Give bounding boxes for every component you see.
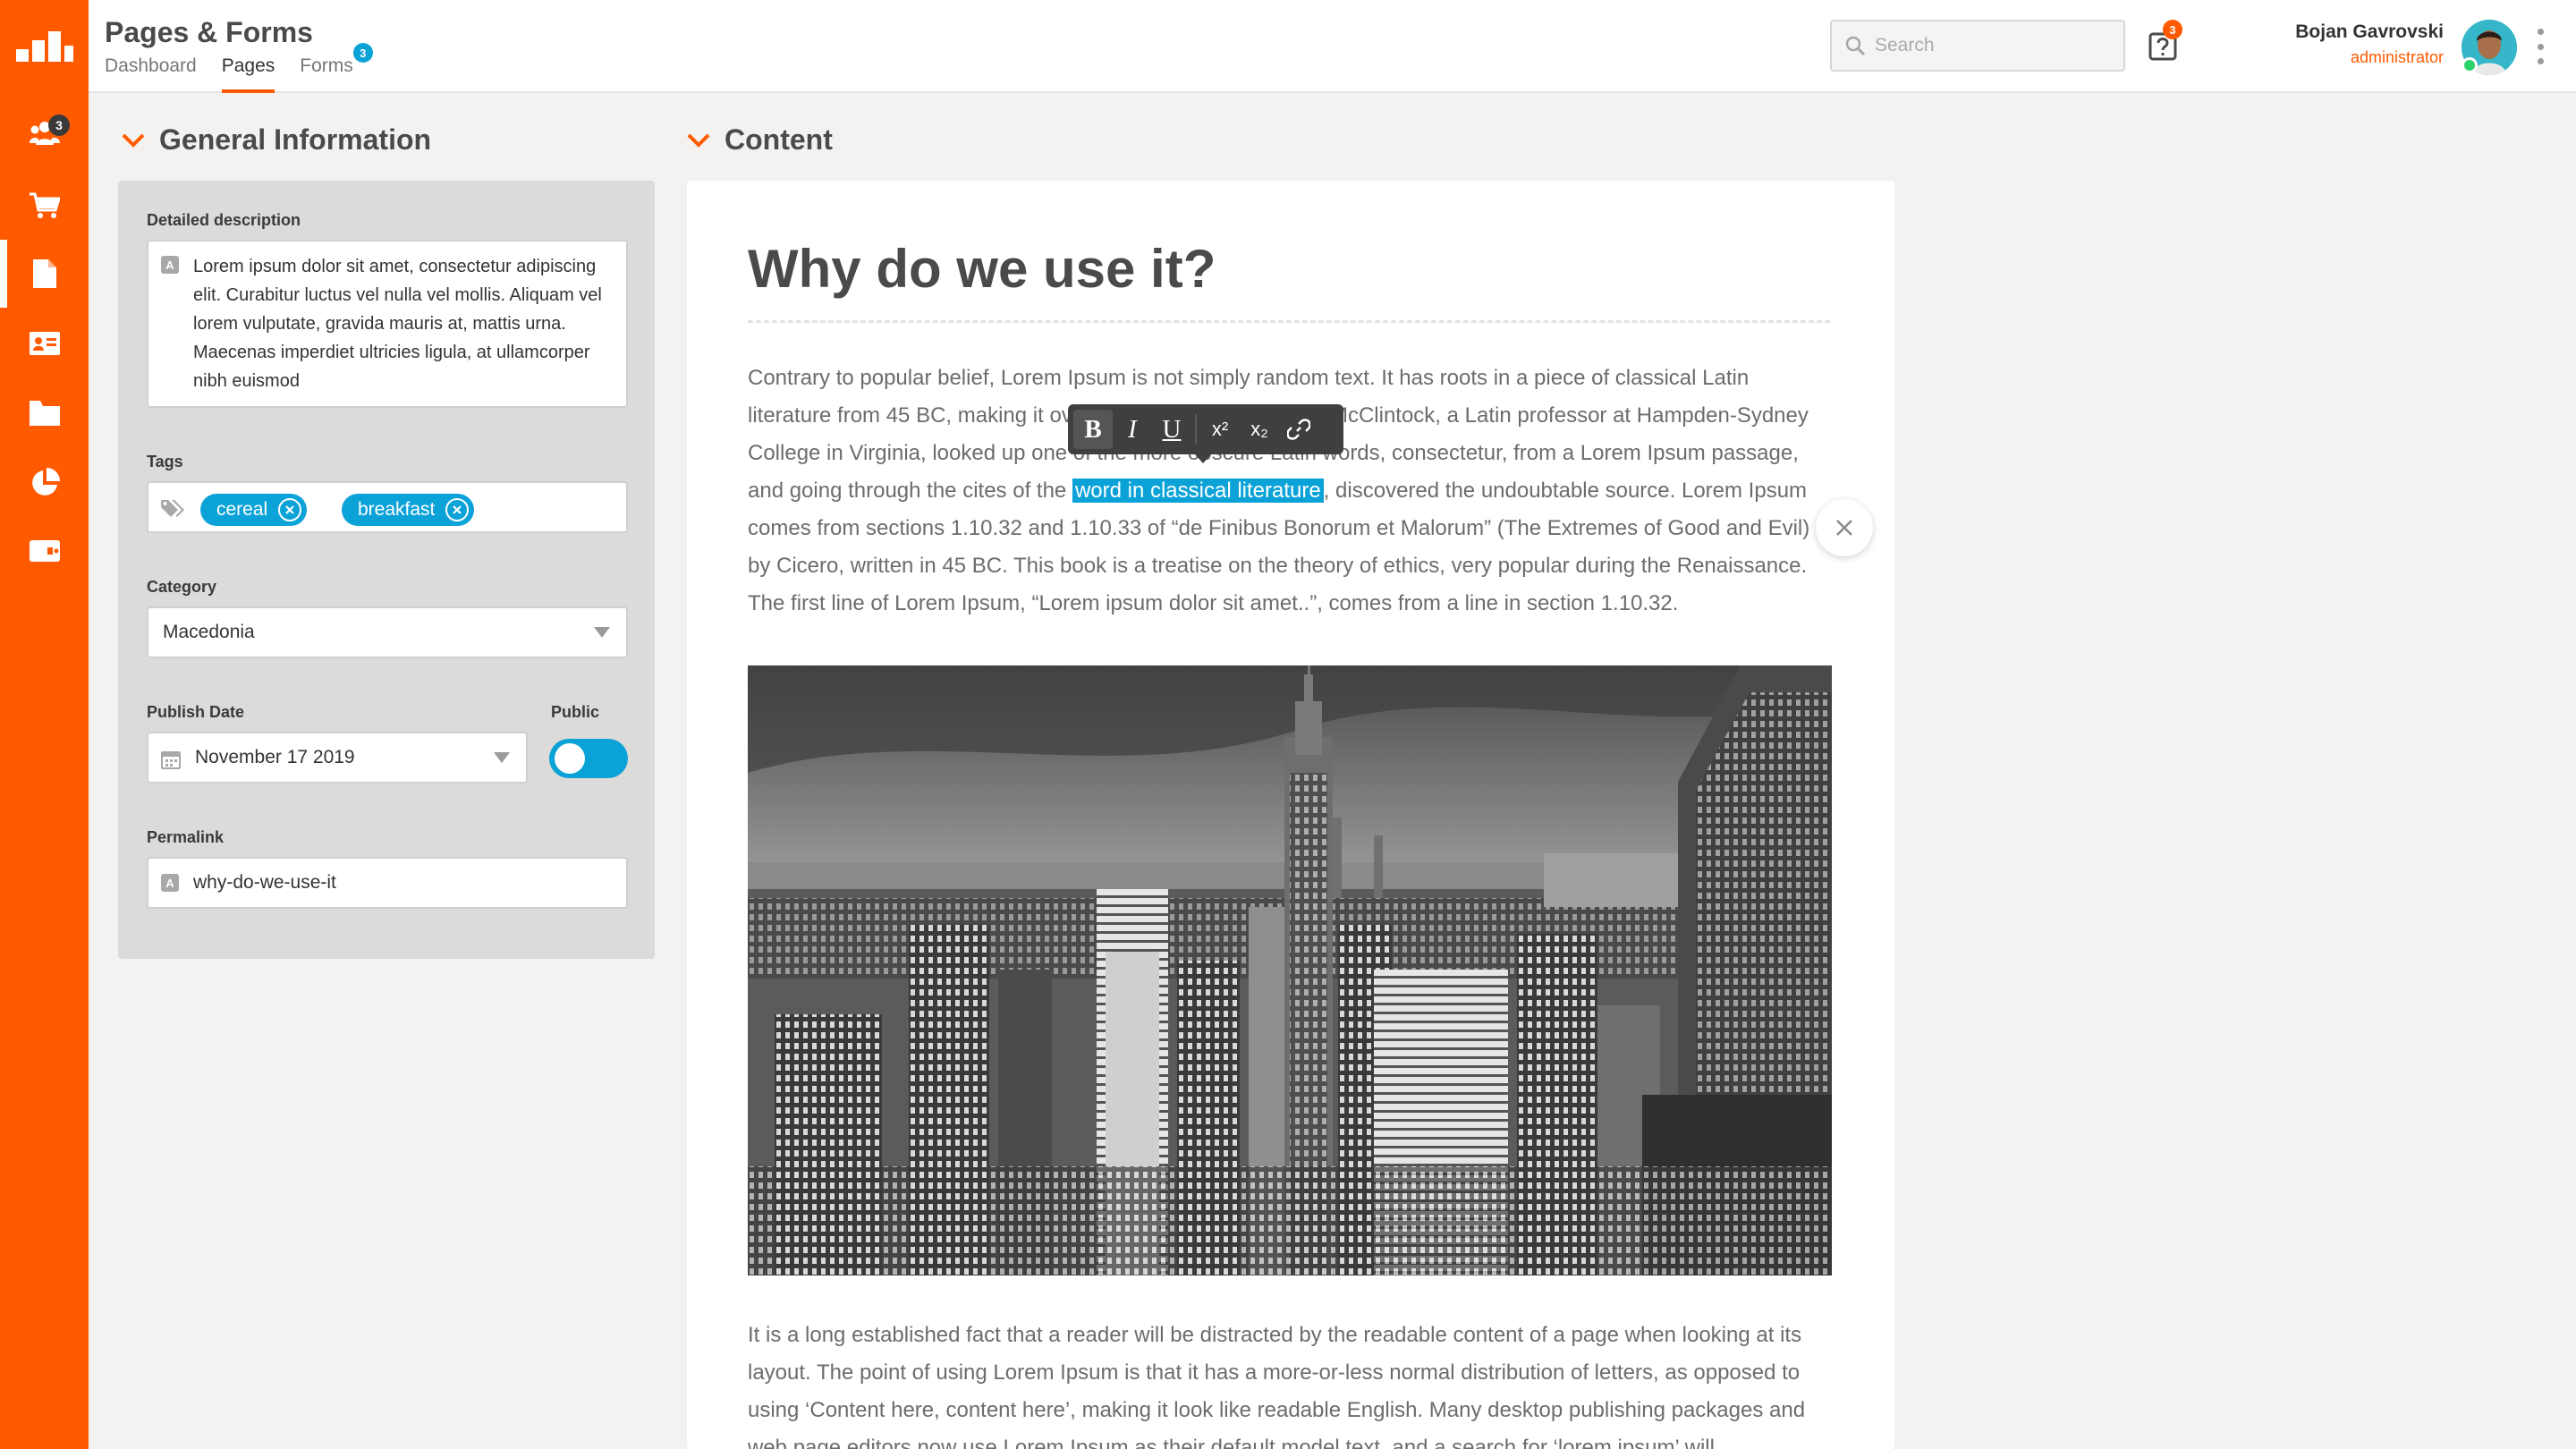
publish-date-value: November 17 2019: [195, 747, 355, 767]
tag-label: breakfast: [358, 499, 436, 520]
superscript-button[interactable]: x²: [1200, 410, 1240, 449]
subscript-button[interactable]: x₂: [1240, 410, 1279, 449]
chevron-down-icon: [594, 627, 610, 638]
help-badge: 3: [2163, 20, 2182, 39]
toolbar-divider: [1195, 414, 1197, 445]
kebab-dot: [2537, 43, 2544, 50]
link-icon: [1287, 419, 1310, 440]
top-header: Pages & Forms Dashboard Pages Forms 3: [89, 0, 2576, 93]
selected-text[interactable]: word in classical literature: [1072, 479, 1324, 503]
remove-image-button[interactable]: [1816, 499, 1873, 556]
page-icon: [32, 259, 56, 288]
search-icon: [1845, 36, 1866, 56]
sidebar-item-cart[interactable]: [0, 172, 89, 240]
close-icon: [1836, 520, 1852, 536]
tab-label: Forms: [300, 55, 353, 76]
app-logo[interactable]: [0, 0, 89, 93]
more-options-button[interactable]: [2535, 29, 2546, 64]
permalink-label: Permalink: [147, 828, 225, 846]
italic-button[interactable]: I: [1113, 410, 1152, 449]
permalink-input[interactable]: A why-do-we-use-it: [147, 857, 628, 909]
article-paragraph[interactable]: It is a long established fact that a rea…: [748, 1317, 1835, 1449]
remove-tag-button[interactable]: [445, 498, 470, 521]
text-field-icon: A: [161, 874, 179, 892]
category-value: Macedonia: [163, 622, 255, 642]
forms-count-badge: 3: [352, 43, 373, 63]
tab-dashboard[interactable]: Dashboard: [105, 55, 197, 93]
close-icon: [285, 505, 294, 514]
chevron-down-icon: [687, 133, 710, 148]
chevron-down-icon: [122, 133, 145, 148]
sidebar-item-reports[interactable]: [0, 449, 89, 517]
sidebar-item-tickets[interactable]: [0, 517, 89, 585]
tags-input[interactable]: cereal breakfast: [147, 481, 628, 533]
online-status-indicator: [2462, 57, 2478, 73]
calendar-icon: [161, 751, 181, 769]
search-input[interactable]: [1875, 35, 2107, 56]
publish-date-label: Publish Date: [147, 703, 245, 721]
folder-icon: [29, 401, 60, 426]
app-title: Pages & Forms: [105, 16, 313, 48]
kebab-dot: [2537, 29, 2544, 35]
tags-label: Tags: [147, 453, 183, 470]
tags-icon: [161, 500, 184, 517]
article-paragraph[interactable]: Contrary to popular belief, Lorem Ipsum …: [748, 360, 1835, 623]
sidebar-item-files[interactable]: [0, 379, 89, 447]
category-label: Category: [147, 578, 217, 596]
category-select[interactable]: Macedonia: [147, 606, 628, 658]
section-title: Content: [724, 123, 833, 156]
publish-date-picker[interactable]: November 17 2019: [147, 732, 528, 784]
sidebar-item-team[interactable]: 3: [0, 98, 89, 166]
user-role: administrator: [2350, 48, 2444, 66]
sidebar-item-pages[interactable]: [0, 240, 89, 308]
tab-pages[interactable]: Pages: [221, 55, 275, 93]
chevron-down-icon: [494, 752, 510, 763]
id-card-icon: [29, 332, 60, 355]
search-box[interactable]: [1830, 20, 2125, 72]
tab-label: Dashboard: [105, 55, 197, 76]
team-badge: 3: [48, 114, 70, 136]
city-skyline-image: [748, 665, 1832, 1275]
public-label: Public: [551, 703, 600, 721]
left-sidebar: 3: [0, 0, 89, 1449]
content-editor[interactable]: Why do we use it? Contrary to popular be…: [687, 181, 1894, 1449]
section-title: General Information: [159, 123, 432, 156]
article-title[interactable]: Why do we use it?: [748, 238, 1216, 300]
logo-icon: [15, 31, 73, 62]
content-toggle[interactable]: Content: [687, 123, 833, 157]
description-text: Lorem ipsum dolor sit amet, consectetur …: [193, 257, 602, 391]
tag-chip[interactable]: cereal: [200, 494, 308, 526]
title-divider: [748, 320, 1830, 323]
public-toggle[interactable]: [549, 739, 628, 778]
description-textarea[interactable]: A Lorem ipsum dolor sit amet, consectetu…: [147, 240, 628, 408]
ticket-icon: [29, 540, 60, 562]
pie-chart-icon: [31, 468, 60, 496]
cart-icon: [29, 192, 60, 218]
description-label: Detailed description: [147, 211, 301, 229]
close-icon: [453, 505, 462, 514]
page-tabs: Dashboard Pages Forms 3: [105, 43, 378, 93]
tab-forms[interactable]: Forms 3: [300, 43, 373, 93]
link-button[interactable]: [1279, 410, 1318, 449]
text-field-icon: A: [161, 256, 179, 274]
user-name: Bojan Gavrovski: [2295, 21, 2444, 42]
user-info[interactable]: Bojan Gavrovski administrator: [2209, 21, 2444, 67]
text-format-toolbar: B I U x² x₂: [1068, 404, 1343, 463]
kebab-dot: [2537, 58, 2544, 64]
permalink-value: why-do-we-use-it: [193, 872, 336, 893]
tab-label: Pages: [221, 55, 275, 76]
article-image[interactable]: [748, 665, 1832, 1275]
general-information-toggle[interactable]: General Information: [122, 123, 431, 157]
underline-button[interactable]: U: [1152, 410, 1191, 449]
remove-tag-button[interactable]: [278, 498, 302, 521]
sidebar-item-contacts[interactable]: [0, 309, 89, 377]
tag-label: cereal: [216, 499, 268, 520]
bold-button[interactable]: B: [1073, 410, 1113, 449]
tag-chip[interactable]: breakfast: [342, 494, 475, 526]
general-information-panel: Detailed description A Lorem ipsum dolor…: [118, 181, 655, 959]
